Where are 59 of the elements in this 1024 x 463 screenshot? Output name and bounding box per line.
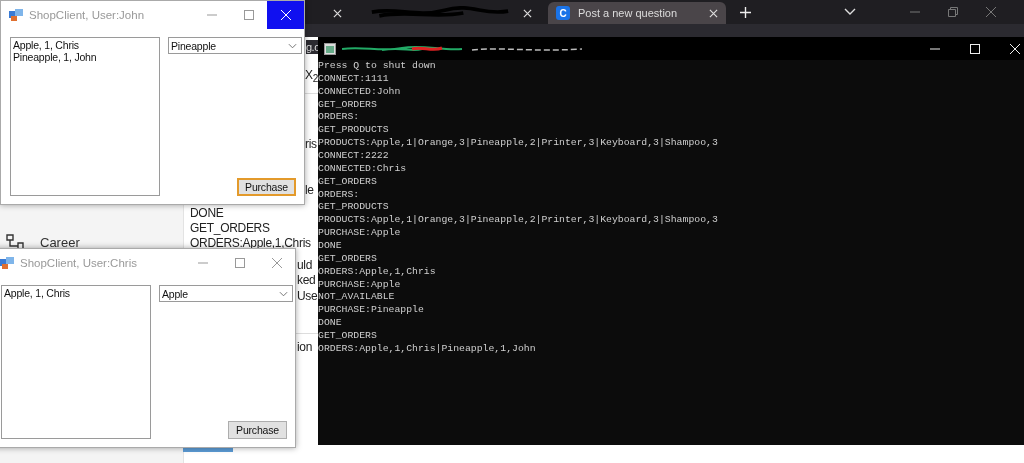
- list-item[interactable]: Pineapple, 1, John: [13, 51, 157, 63]
- list-item[interactable]: Apple, 1, Chris: [4, 287, 148, 299]
- page-text: ion: [297, 340, 313, 355]
- product-dropdown[interactable]: Apple: [159, 285, 293, 302]
- purchase-button[interactable]: Purchase: [228, 421, 287, 439]
- purchase-button[interactable]: Purchase: [237, 178, 296, 196]
- window-title: ShopClient, User:John: [29, 9, 145, 21]
- tab-title: Post a new question: [578, 7, 679, 19]
- product-dropdown[interactable]: Pineapple: [168, 37, 302, 54]
- console-line: GET_ORDERS: [318, 330, 378, 343]
- console-line: DONE: [318, 317, 343, 331]
- console-line: CONNECT:2222: [318, 150, 390, 163]
- restore-icon[interactable]: [948, 7, 958, 17]
- console-line: NOT_AVAILABLE: [318, 291, 396, 305]
- chevron-down-icon: [279, 290, 288, 297]
- close-icon: [280, 10, 291, 20]
- browser-tab[interactable]: C Post a new question: [548, 2, 726, 24]
- close-icon: [271, 258, 282, 268]
- console-line: GET_ORDERS: [318, 98, 378, 112]
- console-line: PURCHASE:Apple: [318, 227, 402, 241]
- console-line: PURCHASE:Pineapple: [318, 304, 425, 318]
- console-line: GET_PRODUCTS: [318, 124, 390, 138]
- console-line: GET_PRODUCTS: [318, 201, 390, 215]
- list-item[interactable]: Apple, 1, Chris: [13, 39, 157, 51]
- new-tab-icon[interactable]: [740, 6, 751, 18]
- app-icon: [9, 9, 23, 21]
- chevron-down-icon: [288, 42, 297, 49]
- page-text: Use: [297, 289, 318, 304]
- console-line: GET_ORDERS: [318, 175, 378, 189]
- page-text: ked: [297, 273, 316, 288]
- console-line: CONNECTED:Chris: [318, 162, 408, 176]
- page-text: GET_ORDERS: [190, 221, 270, 236]
- console-line: CONNECT:1111: [318, 72, 390, 86]
- site-favicon: C: [556, 6, 570, 20]
- console-line: DONE: [318, 240, 343, 253]
- console-line: PRODUCTS:Apple,1|Orange,3|Pineapple,2|Printer,3|Keyboard,3|Shampoo,3: [318, 214, 719, 228]
- console-line: ORDERS:: [318, 188, 361, 202]
- page-text: ris: [305, 137, 317, 152]
- console-line: PRODUCTS:Apple,1|Orange,3|Pineapple,2|Printer,3|Keyboard,3|Shampoo,3: [318, 137, 719, 150]
- console-icon: [324, 42, 336, 55]
- console-line: CONNECTED:John: [318, 85, 402, 99]
- console-line: ORDERS:: [318, 111, 361, 125]
- org-chart-icon: [4, 234, 24, 250]
- orders-list[interactable]: Apple, 1, Chris Pineapple, 1, John: [10, 37, 160, 196]
- page-text: le: [305, 183, 314, 198]
- page-text: ORDERS:Apple,1,Chris: [190, 236, 311, 251]
- page-text: DONE: [190, 206, 224, 221]
- orders-list[interactable]: Apple, 1, Chris: [1, 285, 151, 439]
- sidebar-item[interactable]: Career: [40, 234, 80, 250]
- page-text: X$_{2}$: [305, 68, 318, 87]
- app-icon: [0, 257, 14, 269]
- chevron-down-icon[interactable]: [844, 8, 856, 16]
- console-line: PURCHASE:Apple: [318, 278, 402, 292]
- console-line: ORDERS:Apple,1,Chris: [318, 265, 437, 279]
- console-line: Press Q to shut down: [318, 60, 437, 73]
- page-text: uld: [297, 258, 313, 273]
- console-line: ORDERS:Apple,1,Chris|Pineapple,1,John: [318, 342, 537, 356]
- window-title: ShopClient, User:Chris: [20, 257, 137, 269]
- console-line: GET_ORDERS: [318, 252, 378, 266]
